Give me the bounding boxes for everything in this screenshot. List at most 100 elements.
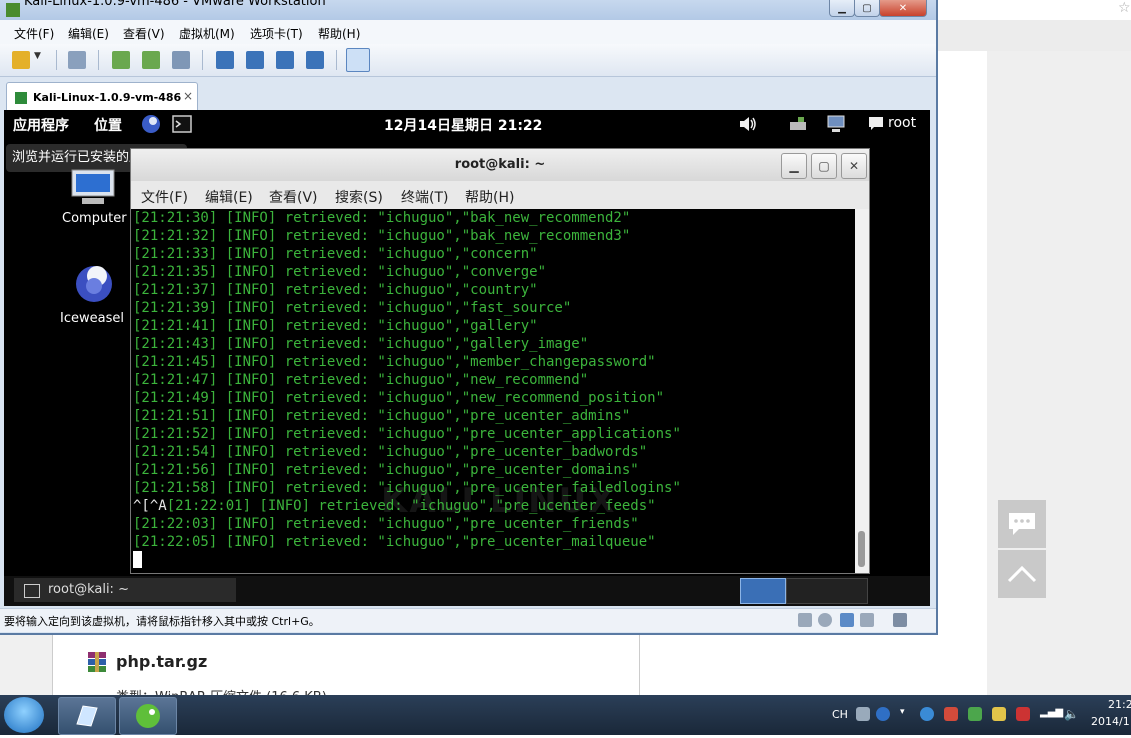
terminal-line: [21:21:41] [INFO] retrieved: "ichuguo","… <box>133 318 538 334</box>
menu-help[interactable]: 帮助(H) <box>318 25 360 42</box>
menu-tabs[interactable]: 选项卡(T) <box>250 25 303 42</box>
desktop-icon-computer-label[interactable]: Computer <box>62 211 127 226</box>
terminal-titlebar[interactable]: root@kali: ~ ▁ ▢ ✕ <box>131 149 869 181</box>
console-view-icon[interactable] <box>346 48 370 72</box>
update-icon[interactable] <box>920 707 934 721</box>
terminal-window[interactable]: root@kali: ~ ▁ ▢ ✕ 文件(F) 编辑(E) 查看(V) 搜索(… <box>130 148 870 574</box>
help-icon[interactable] <box>876 707 890 721</box>
input-language-indicator[interactable]: CH <box>832 708 848 721</box>
windows-taskbar: CH ▾ ▂▄▆ 🔈 21:2 2014/1 <box>0 695 1131 735</box>
power-dropdown-icon[interactable]: ▼ <box>34 51 44 69</box>
vmware-status-hint: 要将输入定向到该虚拟机，请将鼠标指针移入其中或按 Ctrl+G。 <box>4 615 320 628</box>
terminal-maximize-button[interactable]: ▢ <box>811 153 837 179</box>
signal-strength-icon[interactable]: ▂▄▆ <box>1040 707 1063 721</box>
maximize-button[interactable]: ▢ <box>854 0 880 17</box>
vm-tab-kali[interactable]: Kali-Linux-1.0.9-vm-486 × <box>6 82 198 111</box>
show-library-icon[interactable] <box>216 51 234 69</box>
terminal-menu-terminal[interactable]: 终端(T) <box>401 187 448 207</box>
workspace-1[interactable] <box>740 578 786 604</box>
gnome-top-panel: 应用程序 位置 12月14日星期日 21:22 root <box>4 110 930 138</box>
download-file-description: 类型：WinRAR 压缩文件 (16.6 KB) <box>116 686 327 695</box>
bookmark-star-icon[interactable]: ☆ <box>1118 0 1131 16</box>
back-to-top-button[interactable] <box>998 550 1046 598</box>
network-icon[interactable] <box>826 114 846 134</box>
terminal-line: [21:21:58] [INFO] retrieved: "ichuguo","… <box>133 480 681 496</box>
panel-username[interactable]: root <box>888 115 916 131</box>
close-button[interactable]: ✕ <box>879 0 927 17</box>
download-file-name[interactable]: php.tar.gz <box>116 652 207 671</box>
vmware-menubar: 文件(F) 编辑(E) 查看(V) 虚拟机(M) 选项卡(T) 帮助(H) <box>0 20 936 44</box>
hard-disk-icon[interactable] <box>798 613 812 627</box>
terminal-menu-edit[interactable]: 编辑(E) <box>205 187 253 207</box>
start-button[interactable] <box>4 697 44 733</box>
tab-close-icon[interactable]: × <box>183 89 193 103</box>
iceweasel-launcher-icon[interactable] <box>141 114 161 134</box>
show-thumbnails-icon[interactable] <box>246 51 264 69</box>
clock-date[interactable]: 2014/1 <box>1091 715 1130 728</box>
terminal-menu-file[interactable]: 文件(F) <box>141 187 188 207</box>
menu-edit[interactable]: 编辑(E) <box>68 25 109 42</box>
speaker-icon[interactable]: 🔈 <box>1064 707 1079 721</box>
unity-icon[interactable] <box>306 51 324 69</box>
vm-tab-label: Kali-Linux-1.0.9-vm-486 <box>33 91 182 104</box>
taskbar-app-messenger[interactable] <box>119 697 177 735</box>
toolbar-separator <box>98 50 99 70</box>
terminal-line: [21:22:05] [INFO] retrieved: "ichuguo","… <box>133 534 656 550</box>
ime-icon[interactable] <box>856 707 870 721</box>
display-settings-icon[interactable] <box>788 114 808 134</box>
feedback-chat-button[interactable] <box>998 500 1046 548</box>
terminal-line-ctrl: ^[^A[21:22:01] [INFO] retrieved: "ichugu… <box>133 497 656 515</box>
workspace-2[interactable] <box>786 578 868 604</box>
menu-view[interactable]: 查看(V) <box>123 25 165 42</box>
snapshot-manager-icon[interactable] <box>172 51 190 69</box>
send-ctrl-alt-del-icon[interactable] <box>68 51 86 69</box>
menu-file[interactable]: 文件(F) <box>14 25 54 42</box>
snapshot-take-icon[interactable] <box>112 51 130 69</box>
panel-clock[interactable]: 12月14日星期日 21:22 <box>384 115 542 135</box>
terminal-menu-help[interactable]: 帮助(H) <box>465 187 514 207</box>
warning-icon[interactable] <box>992 707 1006 721</box>
network-adapter-icon[interactable] <box>840 613 854 627</box>
vm-running-icon <box>15 92 27 104</box>
terminal-scrollbar[interactable] <box>855 209 869 573</box>
security-icon[interactable] <box>944 707 958 721</box>
fullscreen-icon[interactable] <box>276 51 294 69</box>
sync-icon[interactable] <box>968 707 982 721</box>
terminal-launcher-icon[interactable] <box>172 114 192 134</box>
snapshot-revert-icon[interactable] <box>142 51 160 69</box>
cd-drive-icon[interactable] <box>818 613 832 627</box>
terminal-title: root@kali: ~ <box>454 157 546 172</box>
terminal-minimize-button[interactable]: ▁ <box>781 153 807 179</box>
terminal-line: [21:21:39] [INFO] retrieved: "ichuguo","… <box>133 300 572 316</box>
kali-guest-screen[interactable]: 应用程序 位置 12月14日星期日 21:22 root 浏览并运行已安装的应用… <box>4 110 930 606</box>
sound-card-icon[interactable] <box>860 613 874 627</box>
terminal-menu-search[interactable]: 搜索(S) <box>335 187 383 207</box>
terminal-menu-view[interactable]: 查看(V) <box>269 187 318 207</box>
applications-menu[interactable]: 应用程序 <box>13 115 69 135</box>
places-menu[interactable]: 位置 <box>94 115 122 135</box>
power-pause-icon[interactable] <box>12 51 30 69</box>
desktop-icon-iceweasel-label[interactable]: Iceweasel <box>60 311 124 326</box>
iceweasel-icon[interactable] <box>72 260 116 304</box>
terminal-line: [21:21:56] [INFO] retrieved: "ichuguo","… <box>133 462 639 478</box>
control-char-prefix: ^[^A <box>133 498 167 514</box>
volume-icon[interactable] <box>738 114 758 134</box>
user-chat-icon[interactable] <box>868 116 884 132</box>
minimize-button[interactable]: ▁ <box>829 0 855 17</box>
taskbar-item-terminal[interactable]: root@kali: ~ <box>14 578 236 602</box>
toolbar-separator <box>336 50 337 70</box>
clock-time[interactable]: 21:2 <box>1108 698 1131 711</box>
vmware-titlebar[interactable]: Kali-Linux-1.0.9-vm-486 - VMware Worksta… <box>0 0 936 20</box>
terminal-output[interactable]: KALI LINUX [21:21:30] [INFO] retrieved: … <box>131 209 855 573</box>
terminal-line: [21:21:32] [INFO] retrieved: "ichuguo","… <box>133 228 631 244</box>
taskbar-app-explorer[interactable] <box>58 697 116 735</box>
tray-expand-icon[interactable]: ▾ <box>900 707 908 721</box>
message-log-icon[interactable] <box>893 613 907 627</box>
antivirus-icon[interactable] <box>1016 707 1030 721</box>
terminal-line: [21:21:37] [INFO] retrieved: "ichuguo","… <box>133 282 538 298</box>
computer-icon[interactable] <box>68 164 118 208</box>
terminal-scroll-thumb[interactable] <box>858 531 865 567</box>
terminal-line: [21:21:33] [INFO] retrieved: "ichuguo","… <box>133 246 538 262</box>
terminal-close-button[interactable]: ✕ <box>841 153 867 179</box>
menu-vm[interactable]: 虚拟机(M) <box>179 25 235 42</box>
